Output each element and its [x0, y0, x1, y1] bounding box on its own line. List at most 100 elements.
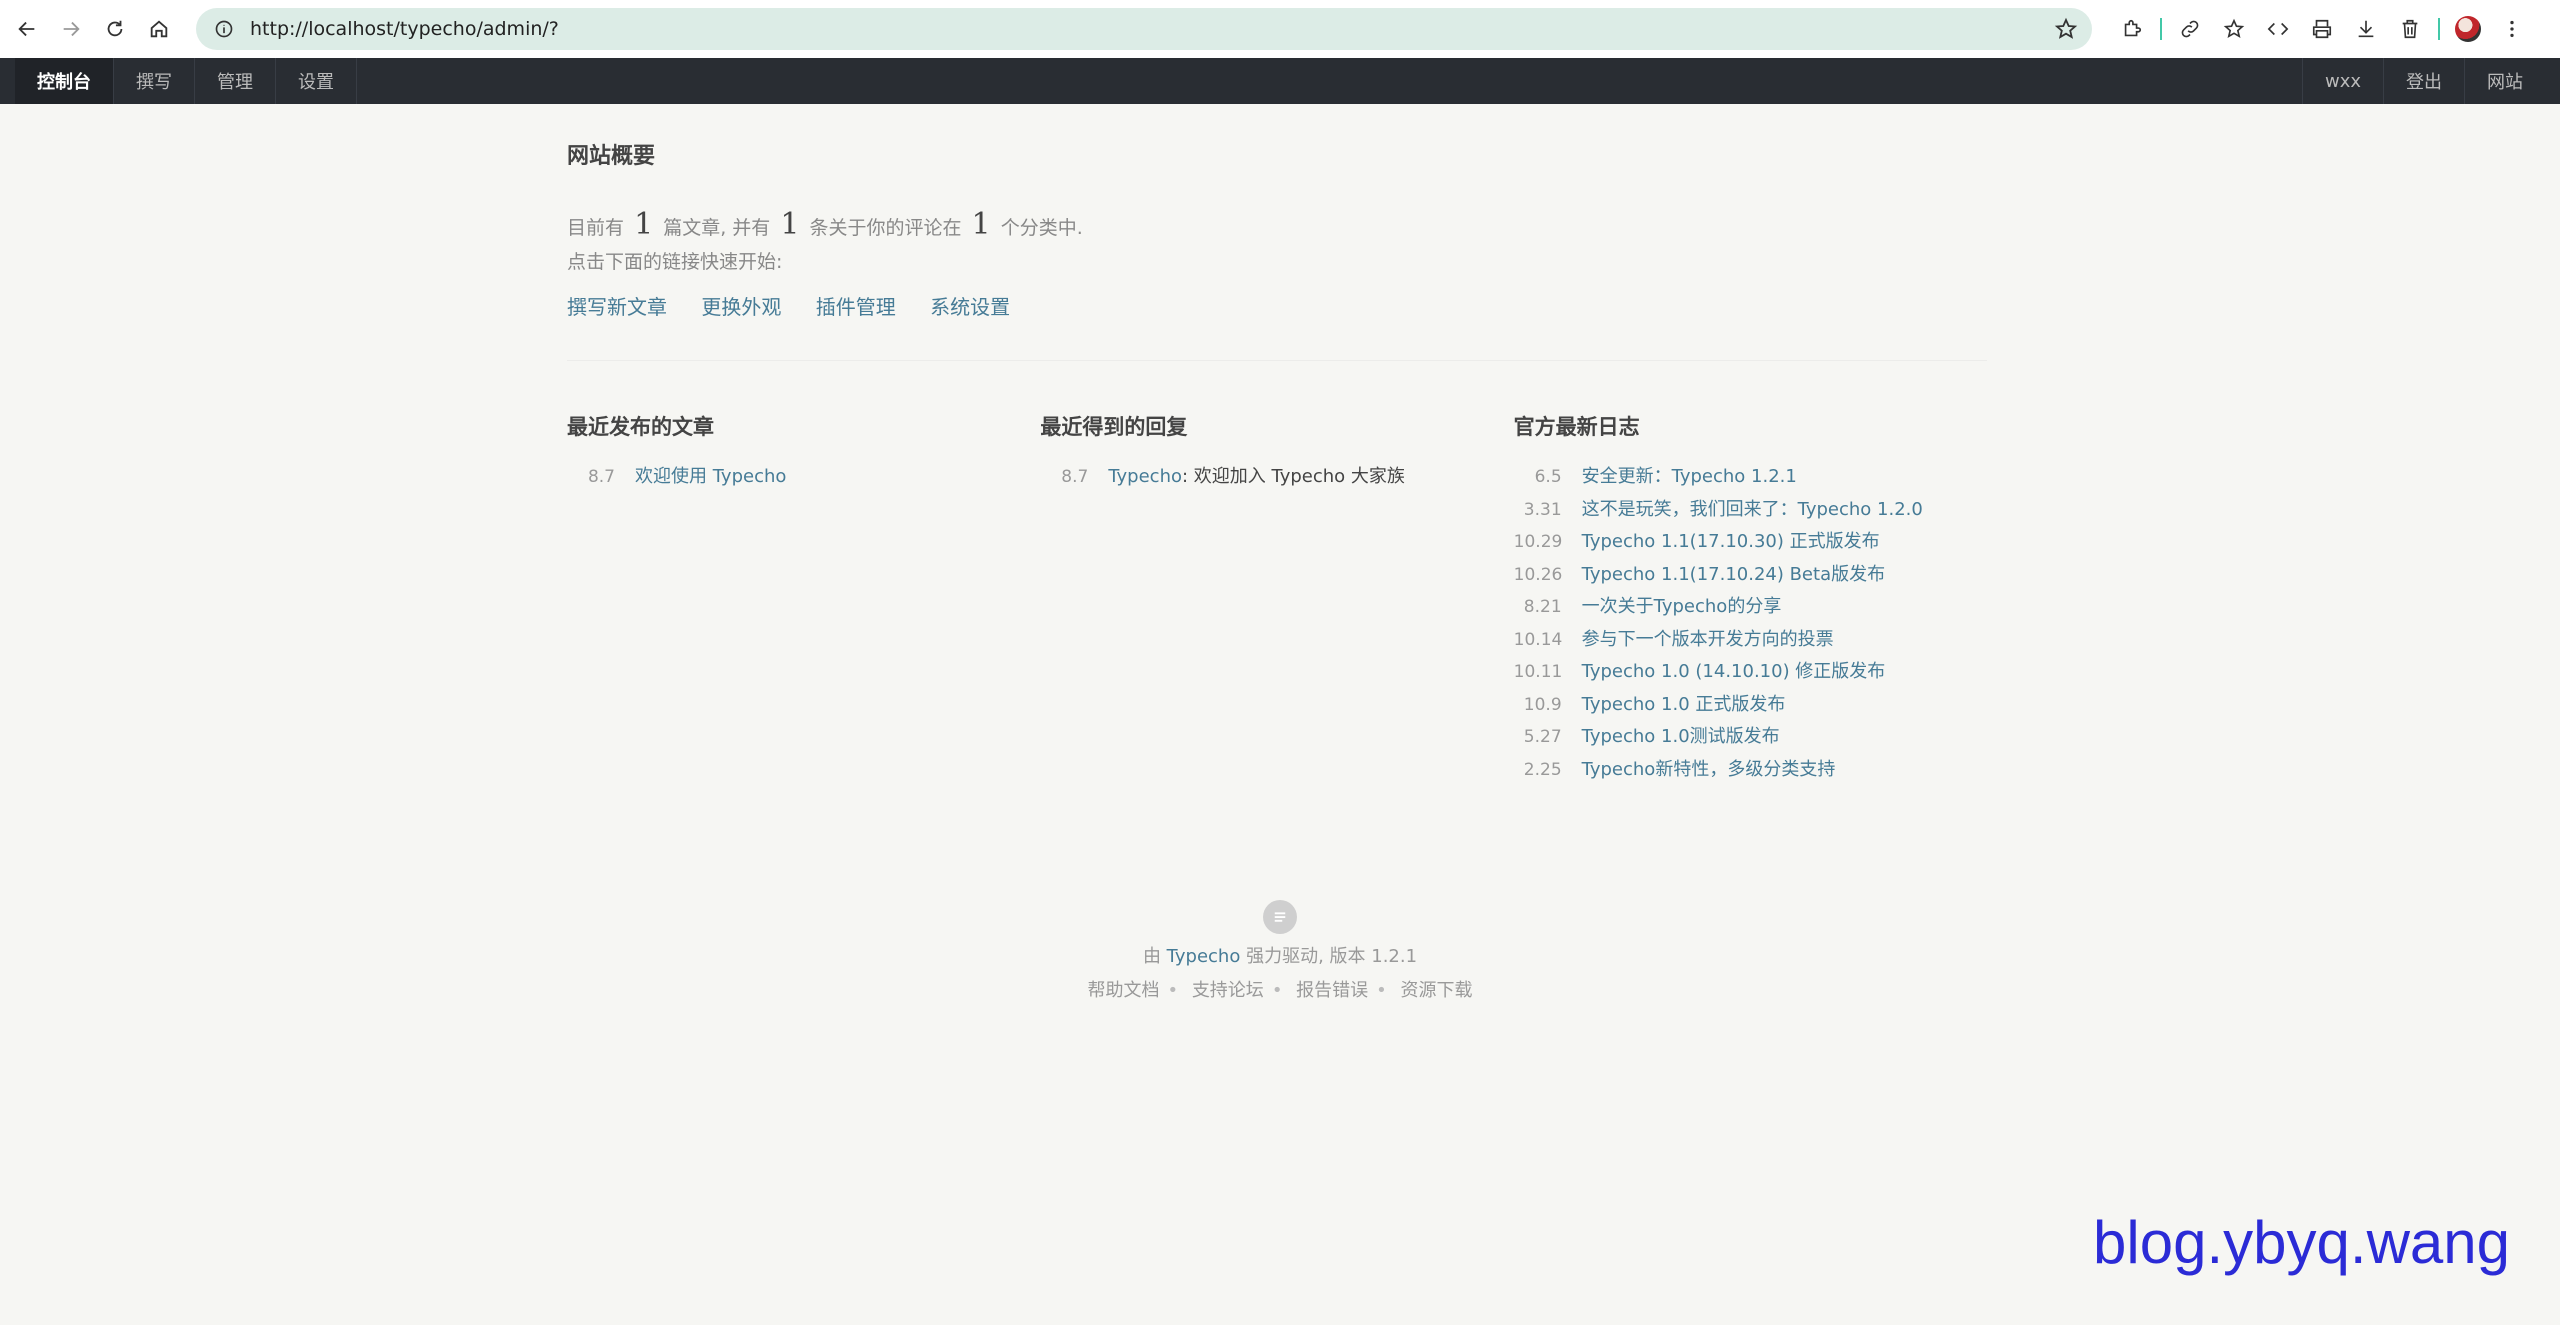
- comment-text: : 欢迎加入 Typecho 大家族: [1182, 466, 1405, 487]
- recent-posts-list: 8.7 欢迎使用 Typecho: [567, 461, 1040, 494]
- recent-posts-section: 最近发布的文章 8.7 欢迎使用 Typecho: [567, 411, 1040, 786]
- admin-nav-right: wxx 登出 网站: [2301, 58, 2545, 104]
- comment-author-link[interactable]: Typecho: [1108, 461, 1182, 494]
- bullet-separator: •: [1271, 980, 1283, 1001]
- log-link[interactable]: 安全更新：Typecho 1.2.1: [1582, 461, 1797, 494]
- quick-link-settings[interactable]: 系统设置: [930, 295, 1010, 319]
- trash-icon[interactable]: [2388, 7, 2432, 51]
- nav-item-logout[interactable]: 登出: [2383, 58, 2464, 104]
- nav-item-user[interactable]: wxx: [2301, 58, 2383, 104]
- quick-link-plugins[interactable]: 插件管理: [816, 295, 896, 319]
- summary-text-3: 条关于你的评论在: [809, 217, 962, 239]
- list-item: 3.31 这不是玩笑，我们回来了：Typecho 1.2.0: [1514, 494, 1987, 527]
- log-link[interactable]: 参与下一个版本开发方向的投票: [1582, 624, 1834, 657]
- summary-hint: 点击下面的链接快速开始:: [567, 251, 783, 273]
- summary-text-2: 篇文章, 并有: [663, 217, 771, 239]
- recent-comments-list: 8.7 Typecho : 欢迎加入 Typecho 大家族: [1040, 461, 1513, 494]
- log-link[interactable]: 一次关于Typecho的分享: [1582, 591, 1782, 624]
- main-content: 网站概要 目前有 1 篇文章, 并有 1 条关于你的评论在 1 个分类中. 点击…: [567, 104, 1987, 786]
- toolbar-divider: [2438, 18, 2440, 40]
- list-item: 8.21 一次关于Typecho的分享: [1514, 591, 1987, 624]
- forward-button[interactable]: [49, 7, 93, 51]
- summary-text-1: 目前有: [567, 217, 625, 239]
- site-info-icon[interactable]: [204, 8, 244, 50]
- dashboard-columns: 最近发布的文章 8.7 欢迎使用 Typecho 最近得到的回复 8.7 Typ…: [567, 411, 1987, 786]
- browser-toolbar: http://localhost/typecho/admin/?: [0, 0, 2560, 58]
- log-date: 3.31: [1523, 499, 1562, 520]
- comments-count: 1: [780, 207, 800, 242]
- footer-suffix: 强力驱动, 版本 1.2.1: [1246, 946, 1418, 967]
- download-icon[interactable]: [2344, 7, 2388, 51]
- footer-credit: 由 Typecho 强力驱动, 版本 1.2.1: [0, 942, 2560, 968]
- typecho-logo-icon: [1263, 900, 1297, 934]
- list-item: 10.11 Typecho 1.0 (14.10.10) 修正版发布: [1514, 656, 1987, 689]
- list-item: 10.29 Typecho 1.1(17.10.30) 正式版发布: [1514, 526, 1987, 559]
- list-item: 6.5 安全更新：Typecho 1.2.1: [1514, 461, 1987, 494]
- quick-links: 撰写新文章 更换外观 插件管理 系统设置: [567, 291, 1987, 320]
- log-date: 2.25: [1523, 759, 1562, 780]
- recent-comments-section: 最近得到的回复 8.7 Typecho : 欢迎加入 Typecho 大家族: [1040, 411, 1513, 786]
- quick-link-new-post[interactable]: 撰写新文章: [567, 295, 667, 319]
- log-link[interactable]: Typecho 1.1(17.10.30) 正式版发布: [1582, 526, 1880, 559]
- extensions-puzzle-icon[interactable]: [2110, 7, 2154, 51]
- footer-link-docs[interactable]: 帮助文档: [1087, 980, 1159, 1001]
- back-button[interactable]: [5, 7, 49, 51]
- nav-item-site[interactable]: 网站: [2464, 58, 2545, 104]
- list-item: 2.25 Typecho新特性，多级分类支持: [1514, 754, 1987, 787]
- section-divider: [567, 360, 1987, 361]
- recent-comments-title: 最近得到的回复: [1040, 415, 1188, 439]
- bullet-separator: •: [1376, 980, 1387, 1001]
- favorites-icon[interactable]: [2212, 7, 2256, 51]
- log-date: 10.9: [1523, 694, 1562, 715]
- comment-date: 8.7: [1061, 467, 1089, 487]
- post-date: 8.7: [587, 467, 615, 487]
- log-date: 10.14: [1513, 629, 1563, 650]
- summary-text-4: 个分类中.: [1000, 217, 1083, 239]
- list-item: 10.14 参与下一个版本开发方向的投票: [1514, 624, 1987, 657]
- footer-brand-link[interactable]: Typecho: [1167, 946, 1241, 967]
- log-link[interactable]: Typecho新特性，多级分类支持: [1582, 754, 1836, 787]
- footer-link-forum[interactable]: 支持论坛: [1192, 980, 1264, 1001]
- nav-item-settings[interactable]: 设置: [276, 58, 357, 104]
- avatar: [2455, 16, 2481, 42]
- profile-avatar[interactable]: [2446, 7, 2490, 51]
- list-item: 10.26 Typecho 1.1(17.10.24) Beta版发布: [1514, 559, 1987, 592]
- summary-line: 目前有 1 篇文章, 并有 1 条关于你的评论在 1 个分类中.: [567, 208, 1987, 245]
- quick-link-themes[interactable]: 更换外观: [701, 295, 781, 319]
- admin-nav-bar: 控制台 撰写 管理 设置 wxx 登出 网站: [0, 58, 2560, 104]
- footer-link-download[interactable]: 资源下载: [1401, 980, 1473, 1001]
- print-icon[interactable]: [2300, 7, 2344, 51]
- arrow-left-icon: [18, 21, 35, 37]
- log-date: 10.29: [1513, 532, 1563, 552]
- more-menu-icon[interactable]: [2490, 7, 2534, 51]
- nav-item-dashboard[interactable]: 控制台: [15, 58, 114, 104]
- footer-link-report[interactable]: 报告错误: [1296, 980, 1368, 1001]
- address-bar[interactable]: http://localhost/typecho/admin/?: [196, 8, 2092, 50]
- bookmark-star-icon[interactable]: [2054, 17, 2078, 41]
- footer-prefix: 由: [1142, 946, 1161, 967]
- footer: 由 Typecho 强力驱动, 版本 1.2.1 帮助文档 • 支持论坛 • 报告错…: [0, 900, 2560, 1002]
- posts-count: 1: [634, 207, 654, 242]
- arrow-right-icon: [63, 21, 80, 37]
- log-link[interactable]: 这不是玩笑，我们回来了：Typecho 1.2.0: [1582, 494, 1923, 527]
- post-link[interactable]: 欢迎使用 Typecho: [635, 461, 786, 494]
- reload-button[interactable]: [93, 7, 137, 51]
- home-button[interactable]: [137, 7, 181, 51]
- code-icon[interactable]: [2256, 7, 2300, 51]
- log-date: 6.5: [1534, 467, 1562, 487]
- official-logs-list: 6.5 安全更新：Typecho 1.2.1 3.31 这不是玩笑，我们回来了：Ty…: [1514, 461, 1987, 786]
- log-link[interactable]: Typecho 1.0 (14.10.10) 修正版发布: [1582, 656, 1886, 689]
- extensions-area: [2110, 0, 2534, 58]
- nav-item-write[interactable]: 撰写: [114, 58, 195, 104]
- url-text[interactable]: http://localhost/typecho/admin/?: [250, 18, 559, 40]
- log-link[interactable]: Typecho 1.0 正式版发布: [1582, 689, 1786, 722]
- link-icon[interactable]: [2168, 7, 2212, 51]
- reload-icon: [107, 20, 123, 37]
- list-item: 10.9 Typecho 1.0 正式版发布: [1514, 689, 1987, 722]
- log-link[interactable]: Typecho 1.0测试版发布: [1582, 721, 1780, 754]
- page-title: 网站概要: [567, 144, 656, 169]
- nav-item-manage[interactable]: 管理: [195, 58, 276, 104]
- log-date: 8.21: [1523, 597, 1562, 617]
- log-link[interactable]: Typecho 1.1(17.10.24) Beta版发布: [1582, 559, 1885, 592]
- official-logs-section: 官方最新日志 6.5 安全更新：Typecho 1.2.1 3.31 这不是玩笑，我…: [1514, 411, 1987, 786]
